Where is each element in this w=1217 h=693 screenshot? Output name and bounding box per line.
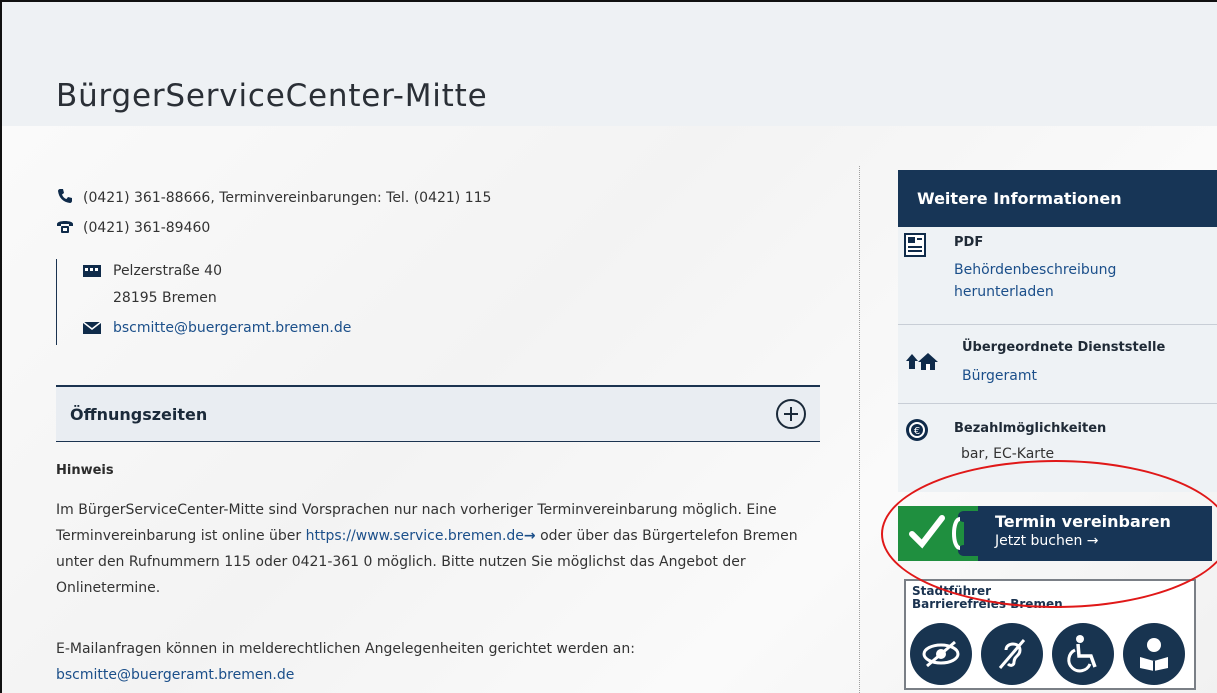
document-icon (904, 233, 926, 261)
book-appointment-button[interactable]: Termin vereinbaren Jetzt buchen → (898, 506, 1212, 561)
visual-impairment-icon (910, 623, 972, 685)
checkmark-icon (898, 506, 978, 561)
phone-line: (0421) 361-88666, Terminvereinbarungen: … (56, 188, 491, 208)
expand-plus-icon[interactable] (776, 399, 806, 429)
wheelchair-icon (1052, 623, 1114, 685)
column-divider (859, 166, 860, 693)
guide-title-line2: Barrierefreies Bremen (912, 597, 1063, 611)
accordion-title: Öffnungszeiten (70, 404, 208, 424)
parent-office-link[interactable]: Bürgeramt (962, 363, 1037, 389)
fax-line: (0421) 361-89460 (56, 218, 210, 238)
page-header: BürgerServiceCenter-Mitte (2, 2, 1217, 126)
guide-title: Stadtführer Barrierefreies Bremen (912, 585, 1063, 611)
cta-subtitle: Jetzt buchen → (995, 533, 1099, 549)
email-paragraph: E-Mailanfragen können in melderechtliche… (56, 636, 820, 688)
notice-heading: Hinweis (56, 463, 114, 478)
phone-text: (0421) 361-88666, Terminvereinbarungen: … (83, 190, 492, 206)
street-text: Pelzerstraße 40 (113, 263, 222, 279)
euro-coin-icon: € (905, 418, 929, 446)
address-block: Pelzerstraße 40 28195 Bremen bscmitte@bu… (56, 259, 456, 345)
accessibility-guide-badge[interactable]: Stadtführer Barrierefreies Bremen (904, 579, 1196, 690)
cta-title: Termin vereinbaren (995, 512, 1171, 531)
guide-icons (910, 623, 1185, 685)
hearing-impairment-icon (981, 623, 1043, 685)
envelope-icon (82, 321, 102, 334)
payment-box: € Bezahlmöglichkeiten bar, EC-Karte (898, 404, 1217, 492)
house-arrow-icon (904, 351, 938, 375)
browser-viewport: BürgerServiceCenter-Mitte (0421) 361-886… (0, 0, 1217, 693)
payment-value: bar, EC-Karte (961, 446, 1055, 462)
parent-office-box: Übergeordnete Dienststelle Bürgeramt (898, 325, 1217, 404)
city-line: 28195 Bremen (113, 290, 217, 306)
notice-paragraph: Im BürgerServiceCenter-Mitte sind Vorspr… (56, 497, 820, 601)
sidebar: Weitere Informationen PDF Behördenbeschr… (898, 170, 1217, 492)
svg-text:€: € (914, 426, 920, 437)
email-paragraph-text: E-Mailanfragen können in melderechtliche… (56, 641, 635, 657)
street-line: Pelzerstraße 40 (83, 263, 222, 279)
arrow-right-icon: → (523, 528, 536, 544)
parent-office-title: Übergeordnete Dienststelle (962, 340, 1166, 355)
pdf-link-line2[interactable]: herunterladen (954, 279, 1054, 305)
email-link[interactable]: bscmitte@buergeramt.bremen.de (113, 320, 351, 336)
sidebar-title: Weitere Informationen (898, 170, 1217, 227)
fax-icon (56, 218, 74, 238)
opening-hours-accordion[interactable]: Öffnungszeiten (56, 385, 820, 442)
pdf-box: PDF Behördenbeschreibung herunterladen (898, 227, 1217, 325)
city-text: 28195 Bremen (113, 290, 217, 306)
email-line: bscmitte@buergeramt.bremen.de (82, 320, 351, 336)
page-title: BürgerServiceCenter-Mitte (56, 78, 488, 114)
learning-disability-icon (1123, 623, 1185, 685)
phone-icon (56, 188, 74, 208)
cta-text: Termin vereinbaren Jetzt buchen → (978, 506, 1212, 561)
guide-title-line1: Stadtführer (912, 584, 992, 598)
fax-text: (0421) 361-89460 (83, 220, 211, 236)
service-link[interactable]: https://www.service.bremen.de (306, 528, 524, 544)
pdf-title: PDF (954, 235, 984, 250)
notice-email-link[interactable]: bscmitte@buergeramt.bremen.de (56, 667, 294, 683)
payment-title: Bezahlmöglichkeiten (954, 421, 1107, 436)
building-icon (83, 265, 101, 277)
